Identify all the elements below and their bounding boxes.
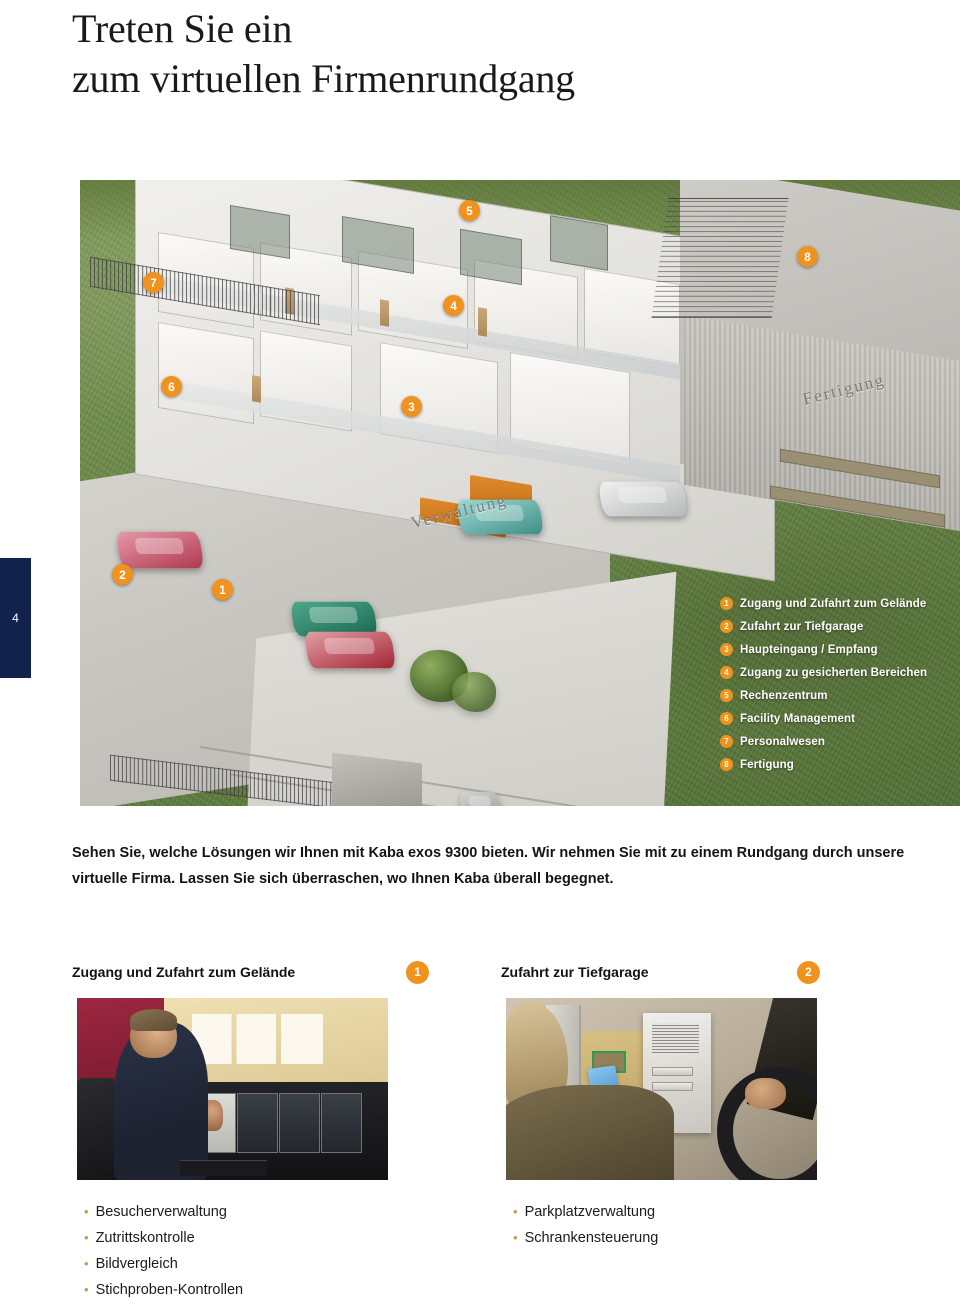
legend-label: Facility Management	[740, 712, 856, 725]
list-item: • Besucherverwaltung	[84, 1202, 463, 1228]
page-number-tab: 4	[0, 558, 31, 678]
legend-badge: 8	[720, 758, 733, 771]
photo-documents	[192, 1014, 323, 1064]
list-item: • Stichproben-Kontrollen	[84, 1280, 463, 1306]
legend-badge: 4	[720, 666, 733, 679]
page-title: Treten Sie ein zum virtuellen Firmenrund…	[72, 4, 892, 104]
list-item-label: Besucherverwaltung	[95, 1204, 227, 1220]
section-title: Zufahrt zur Tiefgarage	[501, 964, 649, 980]
legend-label: Zugang und Zufahrt zum Gelände	[740, 597, 927, 610]
photo-speaker-grille	[652, 1023, 699, 1053]
legend-label: Zufahrt zur Tiefgarage	[740, 620, 864, 633]
section-zugang-gelaende: Zugang und Zufahrt zum Gelände 1 • Besuc…	[72, 955, 463, 1306]
car	[303, 631, 397, 669]
bullet-icon: •	[513, 1230, 518, 1245]
legend-item: 1 Zugang und Zufahrt zum Gelände	[720, 592, 960, 615]
car	[597, 481, 689, 517]
sections-container: Zugang und Zufahrt zum Gelände 1 • Besuc…	[72, 955, 892, 1306]
perimeter-fence	[651, 198, 789, 318]
security-control-room-photo	[77, 998, 388, 1180]
legend-item: 3 Haupteingang / Empfang	[720, 638, 960, 661]
legend-badge: 1	[720, 597, 733, 610]
bullet-icon: •	[84, 1204, 89, 1219]
map-pin-2[interactable]: 2	[112, 564, 133, 585]
legend-badge: 5	[720, 689, 733, 702]
legend-item: 4 Zugang zu gesicherten Bereichen	[720, 661, 960, 684]
map-pin-4[interactable]: 4	[443, 295, 464, 316]
legend-item: 5 Rechenzentrum	[720, 684, 960, 707]
list-item-label: Parkplatzverwaltung	[524, 1204, 656, 1220]
photo-monitor	[321, 1092, 362, 1153]
feature-list: • Parkplatzverwaltung • Schrankensteueru…	[513, 1202, 892, 1254]
map-legend: 1 Zugang und Zufahrt zum Gelände 2 Zufah…	[720, 592, 960, 776]
legend-item: 6 Facility Management	[720, 707, 960, 730]
legend-item: 8 Fertigung	[720, 753, 960, 776]
legend-badge: 3	[720, 643, 733, 656]
glass-partition	[550, 215, 608, 271]
tree	[452, 672, 496, 712]
photo-button	[652, 1081, 693, 1091]
list-item: • Schrankensteuerung	[513, 1228, 892, 1254]
feature-list: • Besucherverwaltung • Zutrittskontrolle…	[84, 1202, 463, 1306]
map-pin-3[interactable]: 3	[401, 396, 422, 417]
list-item: • Parkplatzverwaltung	[513, 1202, 892, 1228]
section-badge: 2	[797, 960, 820, 984]
list-item: • Zutrittskontrolle	[84, 1228, 463, 1254]
photo-driver-hand	[745, 1078, 786, 1110]
photo-button	[652, 1067, 693, 1077]
garage-card-reader-photo	[506, 998, 817, 1180]
bullet-icon: •	[84, 1282, 89, 1297]
legend-item: 2 Zufahrt zur Tiefgarage	[720, 615, 960, 638]
legend-item: 7 Personalwesen	[720, 730, 960, 753]
legend-label: Rechenzentrum	[740, 689, 828, 702]
page-root: Treten Sie ein zum virtuellen Firmenrund…	[0, 0, 960, 1311]
door	[380, 299, 389, 327]
hero-3d-render: Verwaltung Fertigung 1 2 3 4 5 6 7 8 1 Z…	[80, 180, 960, 806]
photo-officer-hair	[129, 1008, 177, 1031]
bullet-icon: •	[84, 1256, 89, 1271]
map-pin-5[interactable]: 5	[459, 200, 480, 221]
photo-monitor	[237, 1092, 278, 1153]
legend-badge: 6	[720, 712, 733, 725]
section-title: Zugang und Zufahrt zum Gelände	[72, 964, 296, 980]
photo-office-chair	[77, 1078, 115, 1180]
car	[115, 531, 205, 569]
bullet-icon: •	[84, 1230, 89, 1245]
intro-paragraph: Sehen Sie, welche Lösungen wir Ihnen mit…	[72, 845, 905, 887]
photo-keyboard	[179, 1159, 267, 1177]
car	[458, 791, 502, 806]
section-header: Zugang und Zufahrt zum Gelände 1	[72, 955, 463, 989]
page-number-label: 4	[12, 611, 19, 625]
legend-label: Haupteingang / Empfang	[740, 643, 878, 656]
map-pin-8[interactable]: 8	[797, 246, 818, 267]
page-title-line-2: zum virtuellen Firmenrundgang	[72, 56, 575, 101]
map-pin-1[interactable]: 1	[212, 579, 233, 600]
legend-label: Fertigung	[740, 758, 794, 771]
photo-monitor	[279, 1092, 320, 1153]
map-pin-6[interactable]: 6	[161, 376, 182, 397]
section-header: Zufahrt zur Tiefgarage 2	[501, 955, 892, 989]
page-title-line-1: Treten Sie ein	[72, 6, 293, 51]
section-zufahrt-tiefgarage: Zufahrt zur Tiefgarage 2 • Parkplatzverw…	[501, 955, 892, 1306]
section-badge: 1	[406, 960, 429, 984]
door	[252, 375, 261, 403]
door	[478, 307, 487, 337]
bullet-icon: •	[513, 1204, 518, 1219]
list-item-label: Stichproben-Kontrollen	[95, 1282, 244, 1298]
legend-label: Zugang zu gesicherten Bereichen	[740, 666, 928, 679]
map-pin-7[interactable]: 7	[143, 272, 164, 293]
legend-badge: 7	[720, 735, 733, 748]
list-item: • Bildvergleich	[84, 1254, 463, 1280]
legend-label: Personalwesen	[740, 735, 826, 748]
photo-driver-coat	[506, 1085, 674, 1180]
legend-badge: 2	[720, 620, 733, 633]
list-item-label: Zutrittskontrolle	[95, 1230, 195, 1246]
list-item-label: Schrankensteuerung	[524, 1230, 659, 1246]
list-item-label: Bildvergleich	[95, 1256, 178, 1272]
